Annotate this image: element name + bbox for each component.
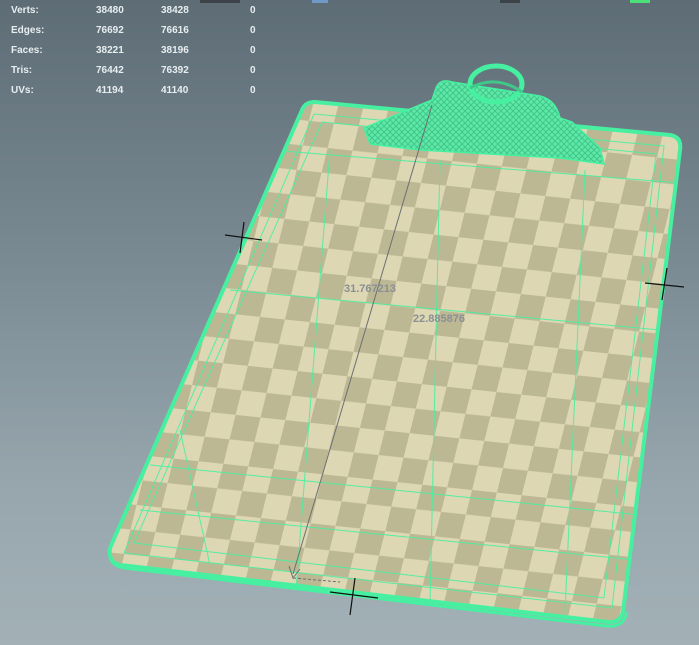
measure-distance-label: 22.885876 [413,313,465,325]
hud-label: Edges: [11,25,45,36]
measure-distance-label: 31.767213 [344,283,396,295]
hud-row-tris: Tris: 76442 76392 0 [0,65,270,79]
hud-value-object: 76442 [96,65,124,76]
hud-value-selected: 38428 [161,5,189,16]
hud-label: Tris: [11,65,33,76]
hud-row-edges: Edges: 76692 76616 0 [0,25,270,39]
hud-label: UVs: [11,85,34,96]
hud-value-selected: 76392 [161,65,189,76]
hud-label: Verts: [11,5,39,16]
hud-value-selected: 38196 [161,45,189,56]
hud-value-selected: 41140 [161,85,189,96]
hud-label: Faces: [11,45,43,56]
hud-value-object: 76692 [96,25,124,36]
hud-value-component: 0 [250,5,256,16]
hud-value-object: 38480 [96,5,124,16]
3d-viewport[interactable]: 31.767213 22.885876 Verts: 38480 38428 0… [0,0,699,645]
hud-value-component: 0 [250,45,256,56]
hud-row-verts: Verts: 38480 38428 0 [0,5,270,19]
hud-row-uvs: UVs: 41194 41140 0 [0,85,270,99]
poly-count-hud: Verts: 38480 38428 0 Edges: 76692 76616 … [0,0,270,100]
hud-value-object: 41194 [96,85,124,96]
clipboard-board[interactable] [107,99,683,628]
hud-value-selected: 76616 [161,25,189,36]
hud-value-component: 0 [250,85,256,96]
hud-value-component: 0 [250,65,256,76]
hud-value-object: 38221 [96,45,124,56]
hud-value-component: 0 [250,25,256,36]
hud-row-faces: Faces: 38221 38196 0 [0,45,270,59]
